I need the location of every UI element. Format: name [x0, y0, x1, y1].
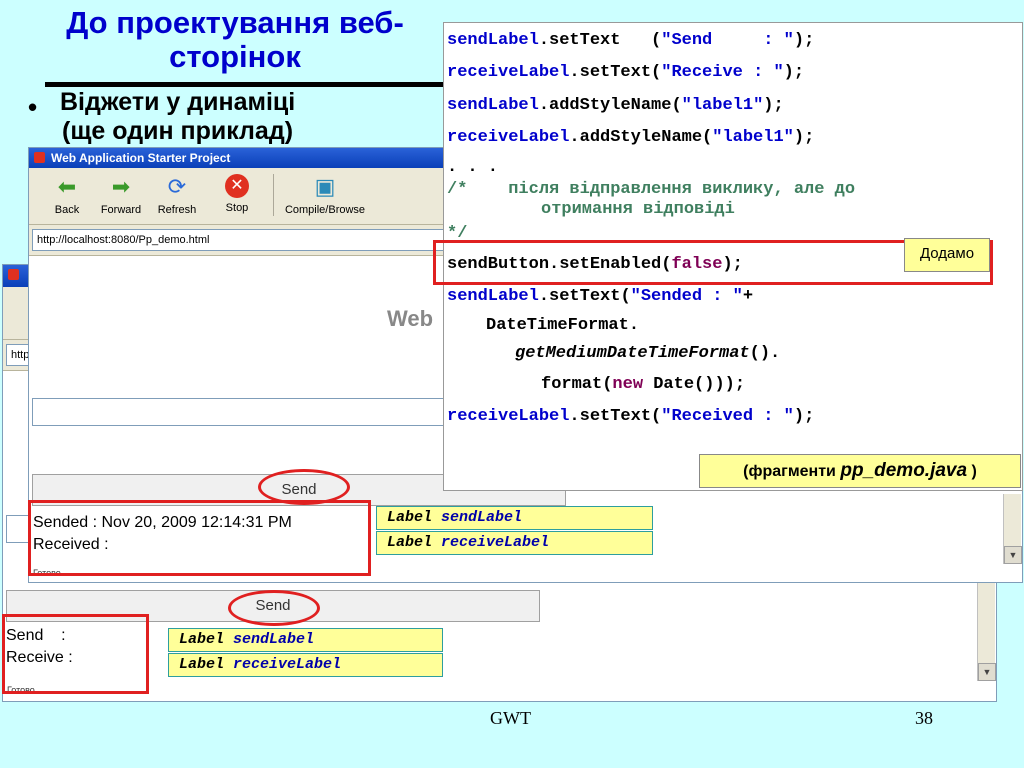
front-scrollbar[interactable]: ▼	[1003, 494, 1022, 564]
receivelabel-annotation: Label receiveLabel	[376, 531, 653, 555]
front-scroll-down-icon[interactable]: ▼	[1004, 546, 1022, 564]
refresh-icon: ⟳	[167, 174, 187, 199]
code-line-2: receiveLabel.setText("Receive : ");	[447, 63, 805, 82]
bullet-text: Віджети у динаміці (ще один приклад)	[60, 88, 295, 146]
page-number: 38	[915, 708, 933, 728]
code-line-11: DateTimeFormat.	[486, 316, 640, 335]
bullet-line1: Віджети у динаміці	[60, 88, 296, 116]
back-button[interactable]: ⬅ Back	[37, 172, 97, 216]
compile-icon: ▣	[314, 174, 336, 199]
bullet-line2: (ще один приклад)	[62, 117, 294, 145]
app-icon	[8, 269, 19, 280]
back-send-button-highlight	[228, 590, 320, 626]
back-scroll-down-icon[interactable]: ▼	[978, 663, 996, 681]
code-line-12: getMediumDateTimeFormat().	[515, 344, 781, 363]
slide-title-line2: сторінок	[169, 39, 301, 74]
toolbar-separator	[273, 174, 274, 216]
message-input[interactable]	[32, 398, 454, 426]
code-line-3: sendLabel.addStyleName("label1");	[447, 96, 784, 115]
code-line-10: sendLabel.setText("Sended : "+	[447, 287, 754, 306]
stop-icon: ✕	[225, 174, 249, 198]
title-divider	[45, 82, 445, 87]
page-heading: Web	[387, 306, 434, 331]
code-line-1: sendLabel.setText ("Send : ");	[447, 31, 815, 50]
app-icon	[34, 152, 45, 163]
footer-title: GWT	[490, 708, 531, 728]
code-comment-1: /* після відправлення виклику, але до	[447, 180, 856, 199]
fragments-callout: (фрагменти pp_demo.java )	[699, 454, 1021, 488]
code-line-5: . . .	[447, 158, 499, 177]
code-line-14: receiveLabel.setText("Received : ");	[447, 407, 815, 426]
code-comment-2: отримання відповіді	[541, 200, 735, 219]
refresh-button[interactable]: ⟳ Refresh	[147, 172, 207, 216]
slide-title-line1: До проектування веб-	[66, 5, 404, 40]
compile-browse-button[interactable]: ▣ Compile/Browse	[279, 172, 371, 216]
window-title: Web Application Starter Project	[51, 151, 231, 165]
added-callout: Додамо	[904, 238, 990, 272]
arrow-left-icon: ⬅	[57, 174, 77, 199]
back-status-highlight	[2, 614, 149, 694]
forward-button[interactable]: ➡ Forward	[91, 172, 151, 216]
slide-title: До проектування веб- сторінок	[20, 6, 450, 74]
code-line-13: format(new Date()));	[541, 375, 746, 394]
code-line-4: receiveLabel.addStyleName("label1");	[447, 128, 815, 147]
arrow-right-icon: ➡	[111, 174, 131, 199]
back-receivelabel-annotation: Label receiveLabel	[168, 653, 443, 677]
bullet-marker: •	[28, 92, 38, 122]
sendlabel-annotation: Label sendLabel	[376, 506, 653, 530]
status-highlight	[28, 500, 371, 576]
stop-button[interactable]: ✕ Stop	[207, 172, 267, 214]
back-sendlabel-annotation: Label sendLabel	[168, 628, 443, 652]
